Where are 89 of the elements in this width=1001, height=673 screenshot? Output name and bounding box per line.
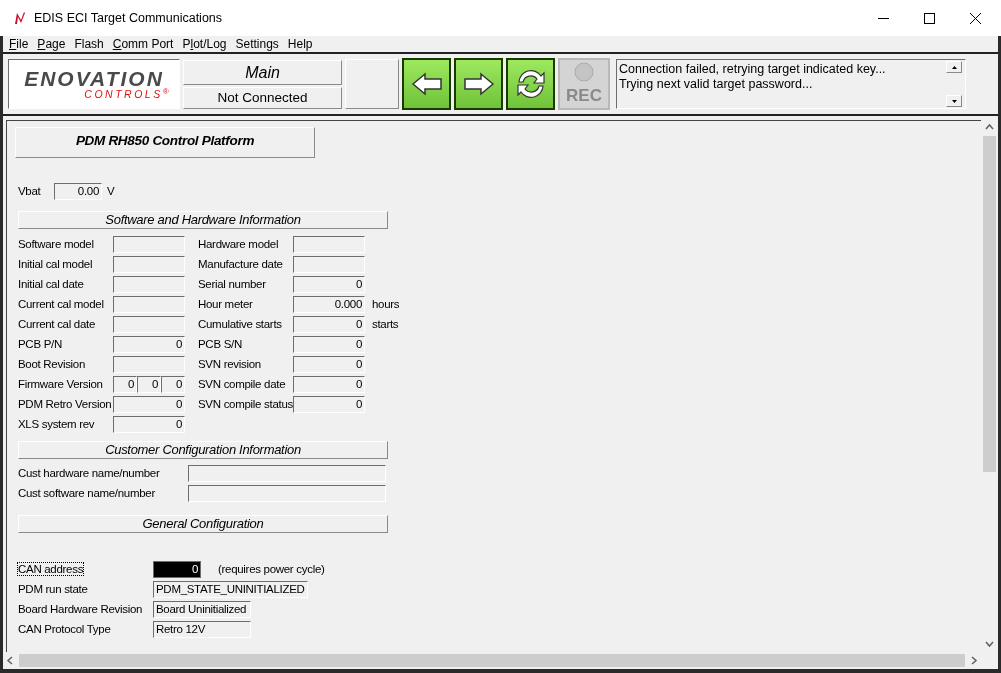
right-arrow-icon	[462, 72, 495, 96]
value-field: Board Uninitialized	[153, 601, 251, 619]
maximize-icon	[923, 12, 935, 24]
value-field	[113, 316, 185, 334]
value-field: 0	[161, 376, 185, 394]
field-label: Cumulative starts	[198, 317, 283, 333]
unit-label: V	[107, 184, 115, 199]
value-field: PDM_STATE_UNINITIALIZED	[153, 581, 308, 599]
value-field: 0	[113, 416, 185, 434]
field-label: Firmware Version	[18, 377, 104, 393]
menu-item[interactable]: Flash	[74, 35, 104, 53]
field-label: Board Hardware Revision	[18, 603, 143, 616]
value-field: 0	[293, 356, 365, 374]
value-field: 0	[293, 276, 365, 294]
app-logo-icon	[14, 11, 26, 25]
company-logo: ENOVATION CONTROLS$^{®}$	[8, 59, 180, 109]
value-field	[113, 276, 185, 294]
left-arrow-icon	[410, 72, 443, 96]
field-label: SVN revision	[198, 357, 262, 373]
field-label: PDM Retro Version	[18, 397, 113, 413]
value-field: 0	[293, 336, 365, 354]
value-field: 0.000	[293, 296, 365, 314]
value-field	[113, 356, 185, 374]
scrollbar-thumb[interactable]	[983, 136, 996, 472]
toolbar-spacer-panel	[345, 59, 399, 109]
log-message: Connection failed, retrying target indicated key...	[619, 62, 887, 77]
menu-item[interactable]: Help	[287, 35, 313, 53]
field-label: PCB P/N	[18, 337, 63, 353]
field-label: PDM run state	[18, 583, 88, 596]
field-label: SVN compile status	[198, 397, 293, 413]
forward-button[interactable]	[454, 58, 503, 110]
section-header: Customer Configuration Information	[18, 441, 388, 460]
value-field: 0	[293, 376, 365, 394]
menu-item[interactable]: Settings	[235, 35, 279, 53]
field-label: Current cal model	[18, 297, 105, 313]
section-header: Software and Hardware Information	[18, 211, 388, 230]
value-field[interactable]: 0	[153, 561, 201, 579]
value-field	[293, 256, 365, 274]
menu-item[interactable]: Comm Port	[112, 35, 174, 53]
close-icon	[969, 12, 981, 24]
platform-title: PDM RH850 Control Platform	[15, 127, 315, 158]
unit-label: starts	[372, 317, 399, 333]
menu-item[interactable]: Page	[37, 35, 66, 53]
log-scrollbar[interactable]	[946, 61, 962, 107]
menu-item[interactable]: Plot/Log	[182, 35, 227, 53]
unit-label: hours	[372, 297, 400, 313]
refresh-button[interactable]	[506, 58, 555, 110]
field-label: CAN Protocol Type	[18, 623, 111, 636]
field-label: PCB S/N	[198, 337, 243, 353]
record-lamp-icon	[574, 62, 594, 82]
field-label: XLS system rev	[18, 417, 96, 433]
field-label: SVN compile date	[198, 377, 287, 393]
value-field: 0	[113, 336, 185, 354]
back-button[interactable]	[402, 58, 451, 110]
scrollbar-thumb[interactable]	[19, 654, 965, 667]
value-field: 0	[137, 376, 161, 394]
value-field: 0	[113, 376, 137, 394]
scroll-down-icon	[951, 99, 957, 103]
field-label: Cust software name/number	[18, 486, 156, 502]
page-title: Main	[183, 59, 342, 85]
value-field: 0	[293, 316, 365, 334]
log-message: Trying next valid target password...	[619, 77, 814, 92]
window-title: EDIS ECI Target Communications	[34, 9, 223, 27]
value-field	[113, 256, 185, 274]
note-text: (requires power cycle)	[218, 562, 325, 578]
menu-item[interactable]: File	[9, 35, 29, 53]
scroll-up-icon	[951, 65, 957, 69]
connection-status: Not Connected	[183, 86, 342, 109]
field-label: Software model	[18, 237, 95, 253]
value-field: 0.00	[54, 183, 102, 201]
value-field	[293, 236, 365, 254]
value-field	[113, 236, 185, 254]
field-label: Hardware model	[198, 237, 280, 253]
field-label: Initial cal date	[18, 277, 85, 293]
field-label: Initial cal model	[18, 257, 94, 273]
value-field: 0	[293, 396, 365, 414]
field-label: Boot Revision	[18, 357, 87, 373]
field-label: Manufacture date	[198, 257, 284, 273]
value-field: 0	[113, 396, 185, 414]
field-label: Current cal date	[18, 317, 97, 333]
value-field	[113, 296, 185, 314]
horizontal-scrollbar[interactable]	[3, 652, 998, 669]
field-label: Serial number	[198, 277, 267, 293]
field-label: Vbat	[18, 184, 42, 199]
section-header: General Configuration	[18, 515, 388, 534]
field-label: Cust hardware name/number	[18, 466, 161, 482]
value-field: Retro 12V	[153, 621, 251, 639]
field-label: CAN address	[18, 563, 84, 576]
field-label: Hour meter	[198, 297, 254, 313]
